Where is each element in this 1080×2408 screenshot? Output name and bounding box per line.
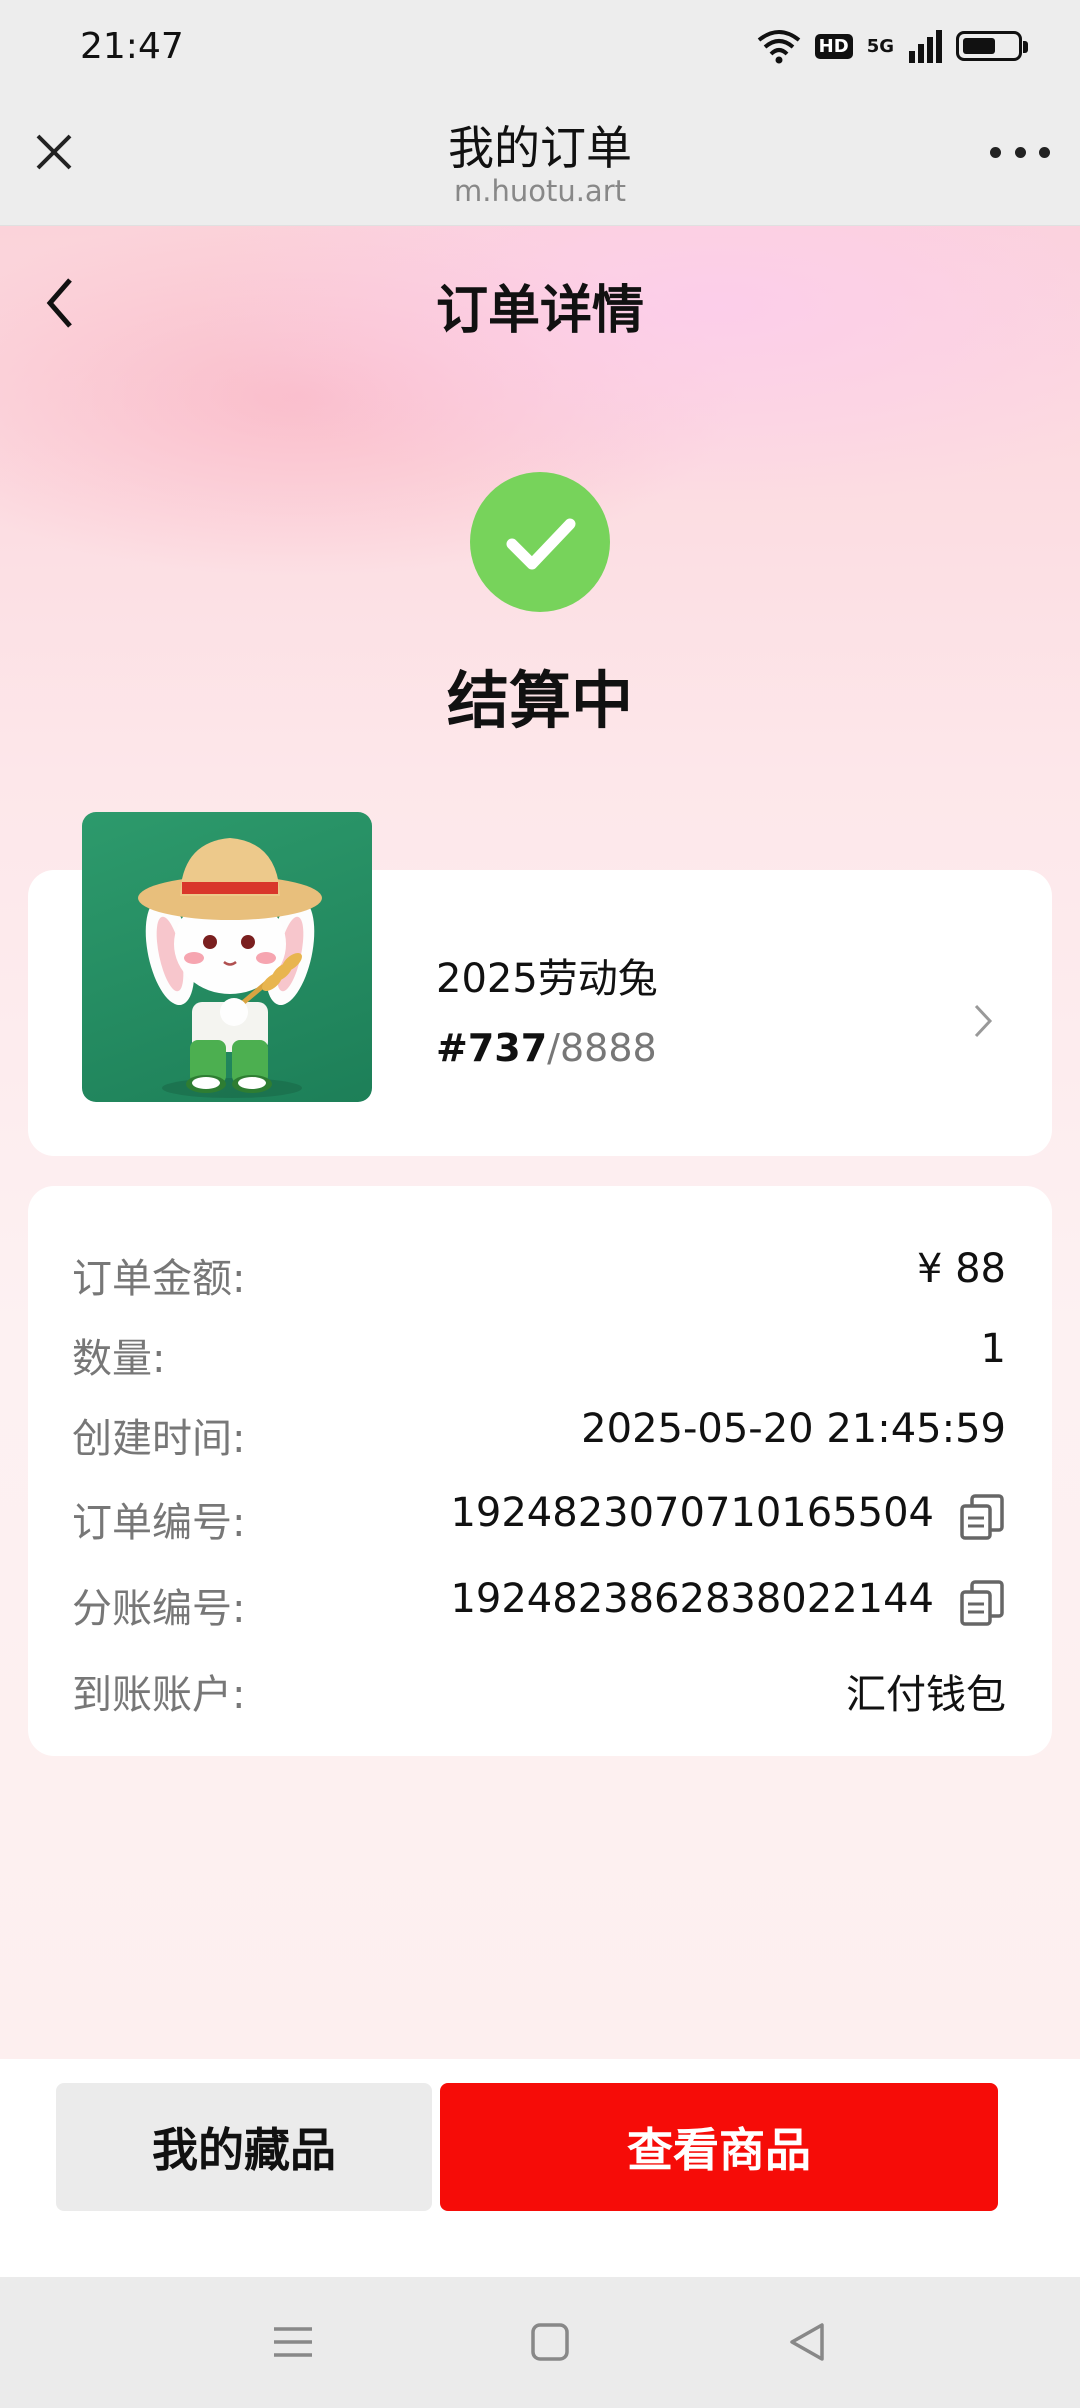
status-icons: HD 5G — [757, 28, 1028, 64]
view-product-button[interactable]: 查看商品 — [440, 2083, 998, 2211]
order-number-label: 订单编号: — [72, 1500, 246, 1546]
product-name[interactable]: 2025劳动兔 — [436, 946, 658, 1004]
hd-badge: HD — [814, 33, 853, 59]
quantity-label: 数量: — [72, 1336, 166, 1382]
menu-icon[interactable] — [268, 2317, 318, 2367]
bottom-action-bar: 我的藏品 查看商品 — [0, 2059, 1080, 2277]
order-number-value: 1924823070710165504 — [450, 1490, 934, 1536]
wifi-icon — [757, 30, 800, 64]
my-collection-button[interactable]: 我的藏品 — [56, 2083, 432, 2211]
created-time-row: 创建时间: 2025-05-20 21:45:59 — [72, 1406, 1006, 1462]
back-triangle-icon[interactable] — [782, 2317, 832, 2367]
serial-current: #737 — [436, 1026, 548, 1070]
order-number-row: 订单编号: 1924823070710165504 — [72, 1490, 1006, 1546]
browser-url: m.huotu.art — [453, 174, 626, 208]
battery-icon — [956, 31, 1028, 61]
created-time-value: 2025-05-20 21:45:59 — [581, 1406, 1006, 1452]
network-type: 5G — [866, 35, 894, 57]
browser-title: 我的订单 — [448, 121, 632, 175]
product-serial: #737/8888 — [436, 1026, 657, 1070]
split-number-label: 分账编号: — [72, 1586, 246, 1632]
quantity-value: 1 — [980, 1326, 1006, 1372]
order-detail-page: 订单详情 结算中 2025劳动兔 #737/8888 订单金额: ¥ 88 数量… — [0, 226, 1080, 2059]
created-time-label: 创建时间: — [72, 1416, 246, 1462]
page-title: 订单详情 — [435, 281, 644, 341]
browser-header: 我的订单 m.huotu.art — [0, 96, 1080, 226]
status-bar: 21:47 HD 5G — [0, 0, 1080, 96]
order-amount-label: 订单金额: — [72, 1256, 246, 1302]
copy-icon[interactable] — [958, 1492, 1006, 1542]
receiving-account-label: 到账账户: — [72, 1672, 246, 1718]
battery-level-fill — [963, 38, 995, 54]
check-icon — [470, 472, 610, 612]
order-status: 结算中 — [446, 664, 633, 737]
order-amount-value: ¥ 88 — [916, 1246, 1006, 1292]
more-icon[interactable] — [990, 142, 1050, 162]
product-image[interactable] — [82, 812, 372, 1102]
copy-icon[interactable] — [958, 1578, 1006, 1628]
split-number-row: 分账编号: 1924823862838022144 — [72, 1576, 1006, 1632]
status-time: 21:47 — [80, 26, 184, 67]
serial-total: 8888 — [559, 1026, 657, 1070]
home-icon[interactable] — [525, 2317, 575, 2367]
receiving-account-value: 汇付钱包 — [846, 1672, 1006, 1718]
chevron-right-icon[interactable] — [968, 996, 998, 1046]
order-amount-row: 订单金额: ¥ 88 — [72, 1246, 1006, 1302]
receiving-account-row: 到账账户: 汇付钱包 — [72, 1662, 1006, 1718]
system-nav-bar — [0, 2277, 1080, 2408]
quantity-row: 数量: 1 — [72, 1326, 1006, 1382]
signal-icon — [909, 30, 942, 63]
split-number-value: 1924823862838022144 — [450, 1576, 934, 1622]
serial-separator: / — [547, 1026, 560, 1070]
